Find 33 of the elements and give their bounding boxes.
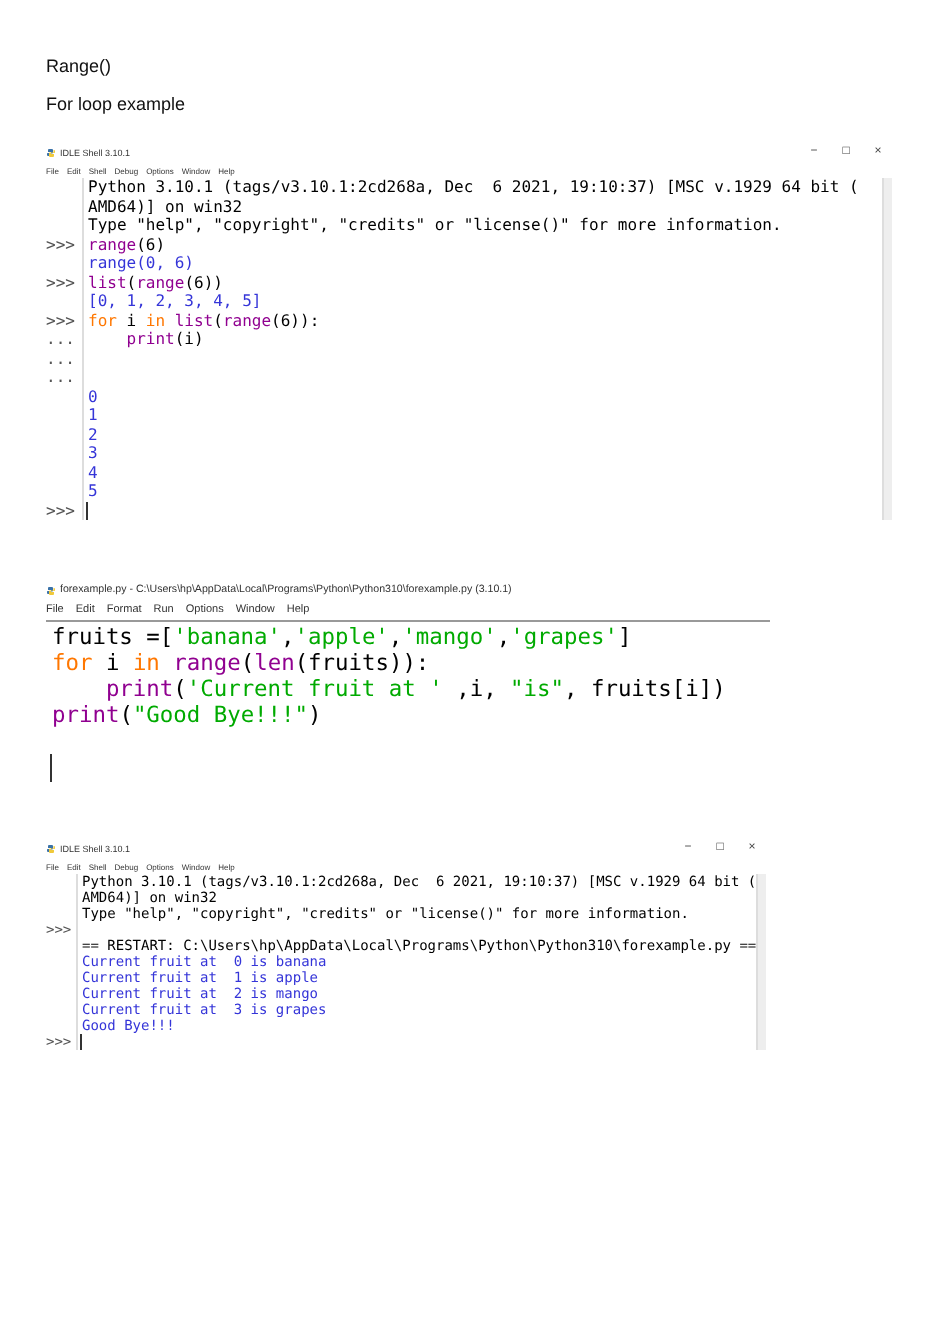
prompt: ...	[46, 368, 75, 386]
prompt: >>>	[46, 501, 75, 519]
code-line: fruits =['banana','apple','mango','grapes']	[50, 624, 632, 650]
document-heading: For loop example	[46, 94, 186, 116]
prompt: ...	[46, 330, 75, 348]
code-line: 3	[86, 444, 98, 463]
code-line: Type "help", "copyright", "credits" or "license()" for more information.	[86, 216, 782, 235]
code-line: list(range(6))	[86, 273, 223, 292]
code-line: for i in list(range(6)):	[86, 311, 320, 330]
code-line: print("Good Bye!!!")	[50, 702, 322, 728]
prompt: >>>	[46, 235, 75, 253]
code-line: range(6)	[86, 235, 166, 254]
python-logo-icon	[46, 147, 56, 157]
code-line: 2	[86, 425, 98, 444]
code-line: 4	[86, 463, 98, 482]
code-line: 0	[86, 387, 98, 406]
python-logo-icon	[46, 843, 56, 853]
code-line: print('Current fruit at ' ,i, "is", fruits[i])	[103, 676, 726, 702]
code-line: for i in range(len(fruits)):	[50, 650, 430, 676]
scrollbar[interactable]	[756, 874, 766, 1050]
code-line: [0, 1, 2, 3, 4, 5]	[86, 292, 262, 311]
prompt: >>>	[46, 311, 75, 329]
scrollbar[interactable]	[882, 178, 892, 520]
code-line: range(0, 6)	[86, 254, 194, 273]
document-heading: Range()	[46, 56, 112, 78]
prompt: >>>	[46, 273, 75, 291]
code-line: AMD64)] on win32	[86, 197, 243, 216]
code-line: Python 3.10.1 (tags/v3.10.1:2cd268a, Dec 6 2021, 19:10:37) [MSC v.1929 64 bit (	[86, 178, 859, 197]
python-logo-icon	[46, 585, 56, 595]
code-line: 1	[86, 406, 98, 425]
code-line: print(i)	[124, 330, 204, 349]
code-line: 5	[86, 482, 98, 501]
prompt: ...	[46, 349, 75, 367]
